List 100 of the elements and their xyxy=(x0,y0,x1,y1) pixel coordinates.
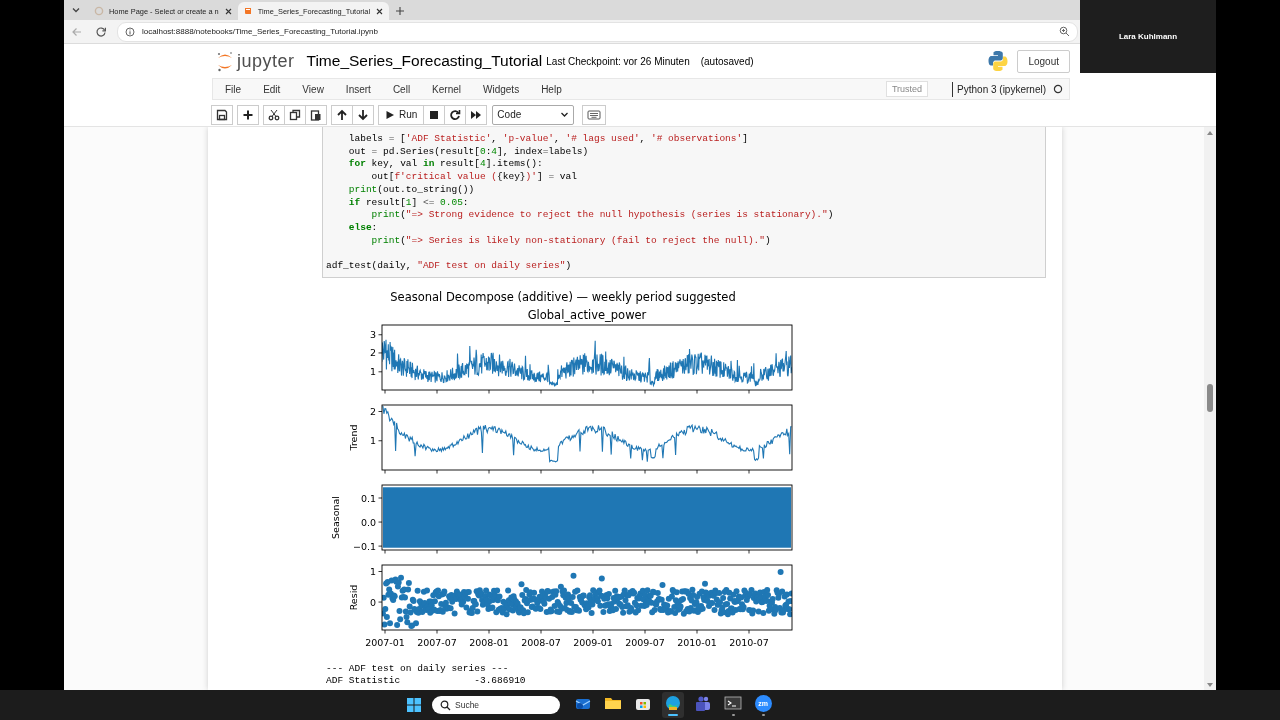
tick-label: 1 xyxy=(369,434,376,446)
tick-label: 2 xyxy=(369,347,376,359)
tick-label: 2007-01 xyxy=(365,636,405,648)
code-line: labels = ['ADF Statistic', 'p-value', '# lags used', '# observations'] xyxy=(347,133,749,146)
menu-item[interactable]: Help xyxy=(541,83,562,95)
paste-button[interactable] xyxy=(305,104,327,125)
plus-icon xyxy=(242,108,254,121)
restart-button[interactable] xyxy=(444,104,467,125)
tick-label: 0.1 xyxy=(360,492,376,504)
arrow-up-icon xyxy=(336,108,348,121)
output-line: --- ADF test on daily series --- xyxy=(326,662,510,676)
tick-label: 2008-07 xyxy=(521,636,561,648)
tick-label: 2007-07 xyxy=(417,636,457,648)
code-line: for key, val in result[4].items(): xyxy=(347,158,544,172)
address-field[interactable]: localhost:8888/notebooks/Time_Series_Forecasting_Tutorial.ipynb xyxy=(117,21,1078,42)
people-icon[interactable] xyxy=(694,694,712,712)
participant-name: Lara Kuhlmann xyxy=(1118,32,1178,41)
info-icon[interactable] xyxy=(125,26,135,37)
cut-button[interactable] xyxy=(263,104,285,125)
close-icon[interactable] xyxy=(375,6,385,16)
terminal-icon[interactable] xyxy=(724,694,742,712)
reload-icon[interactable] xyxy=(95,25,107,38)
logo-icon[interactable] xyxy=(216,50,234,72)
tick-label: 2008-01 xyxy=(469,636,509,648)
autosave-status: (autosaved) xyxy=(700,55,754,67)
stop-icon xyxy=(428,108,441,121)
menu-item[interactable]: Cell xyxy=(392,83,411,95)
search-icon xyxy=(440,700,451,711)
book-icon xyxy=(242,6,253,16)
cell-type-select[interactable]: Code xyxy=(492,104,575,125)
command-palette-button[interactable] xyxy=(582,104,607,125)
menu-item[interactable]: File xyxy=(225,83,242,95)
floppy-icon xyxy=(216,108,228,121)
tick-label: 0 xyxy=(369,596,376,608)
clipboard-icon xyxy=(310,108,322,121)
menu-item[interactable]: Insert xyxy=(345,83,371,95)
axis-label: Trend xyxy=(348,424,359,451)
restart-icon xyxy=(449,108,462,121)
tick-label: 1 xyxy=(369,565,376,577)
move-down-button[interactable] xyxy=(352,104,374,125)
add-cell-button[interactable] xyxy=(237,104,259,125)
close-icon[interactable] xyxy=(223,6,233,16)
url-text: localhost:8888/notebooks/Time_Series_Forecasting_Tutorial.ipynb xyxy=(142,27,378,36)
figure-subtitle: Global_active_power xyxy=(527,307,647,322)
scissors-icon xyxy=(268,108,280,121)
tick-label: 3 xyxy=(369,328,376,340)
code-line: if result[1] <= 0.05: xyxy=(347,196,470,210)
tick-label: −0.1 xyxy=(352,540,376,552)
arrow-down-icon xyxy=(357,108,369,121)
figure-title: Seasonal Decompose (additive) — weekly period suggested xyxy=(390,289,736,304)
play-icon xyxy=(385,109,395,120)
tick-label: 0.0 xyxy=(360,516,376,528)
scrollbar[interactable] xyxy=(1204,127,1216,690)
kernel-logo-icon xyxy=(987,50,1010,72)
axis-label: Seasonal xyxy=(330,495,341,539)
menu-item[interactable]: Widgets xyxy=(483,83,520,95)
run-button[interactable]: Run xyxy=(378,104,425,125)
run-all-button[interactable] xyxy=(465,104,488,125)
tick-label: 2010-07 xyxy=(729,636,769,648)
move-up-button[interactable] xyxy=(331,104,353,125)
copy-button[interactable] xyxy=(284,104,306,125)
ring-icon xyxy=(94,6,104,16)
search-field[interactable]: Suche xyxy=(432,696,560,714)
code-line: out[f'critical value ({key})'] = val xyxy=(370,171,578,184)
tick-label: 2009-01 xyxy=(573,636,613,648)
tick-label: 2010-01 xyxy=(677,636,717,648)
tick-label: 2009-07 xyxy=(625,636,665,648)
stop-button[interactable] xyxy=(423,104,446,125)
zoom-icon[interactable] xyxy=(1059,26,1070,37)
menu-item[interactable]: Edit xyxy=(263,83,281,95)
fast-forward-icon xyxy=(470,108,483,121)
kernel-name[interactable]: Python 3 (ipykernel) xyxy=(957,83,1046,95)
browser-icon[interactable] xyxy=(664,694,682,712)
notebook-title[interactable]: Time_Series_Forecasting_Tutorial xyxy=(306,52,543,70)
trusted-button[interactable]: Trusted xyxy=(885,81,929,97)
code-line: print("=> Series is likely non-stationary (fail to reject the null).") xyxy=(370,234,772,248)
axis-label: Resid xyxy=(348,584,359,611)
kernel-idle-icon xyxy=(1053,84,1063,94)
code-line: else: xyxy=(347,221,379,235)
logout-button[interactable]: Logout xyxy=(1017,49,1070,73)
copy-icon xyxy=(289,108,301,121)
keyboard-icon xyxy=(587,108,602,121)
menu-item[interactable]: View xyxy=(302,83,324,95)
tick-label: 2 xyxy=(369,405,376,417)
output-line: ADF Statistic -3.686910 xyxy=(326,675,527,688)
plus-icon[interactable] xyxy=(395,6,406,16)
code-editor[interactable] xyxy=(322,127,1046,278)
menu-item[interactable]: Kernel xyxy=(432,83,461,95)
chevron-down-icon[interactable] xyxy=(71,5,81,15)
code-line: out = pd.Series(result[0:4], index=labels) xyxy=(347,145,590,159)
taskbar-button[interactable] xyxy=(662,692,684,718)
code-line: print("=> Strong evidence to reject the null hypothesis (series is stationary).") xyxy=(370,209,835,222)
caret-icon xyxy=(560,110,570,119)
logo-text[interactable]: jupyter xyxy=(237,50,295,72)
code-line: print(out.to_string()) xyxy=(347,183,476,197)
code-line: adf_test(daily, "ADF test on daily series") xyxy=(326,260,573,273)
save-button[interactable] xyxy=(211,104,233,125)
start-icon[interactable] xyxy=(406,697,422,713)
checkpoint-text: Last Checkpoint: vor 26 Minuten xyxy=(546,55,690,67)
tick-label: 1 xyxy=(369,366,376,377)
